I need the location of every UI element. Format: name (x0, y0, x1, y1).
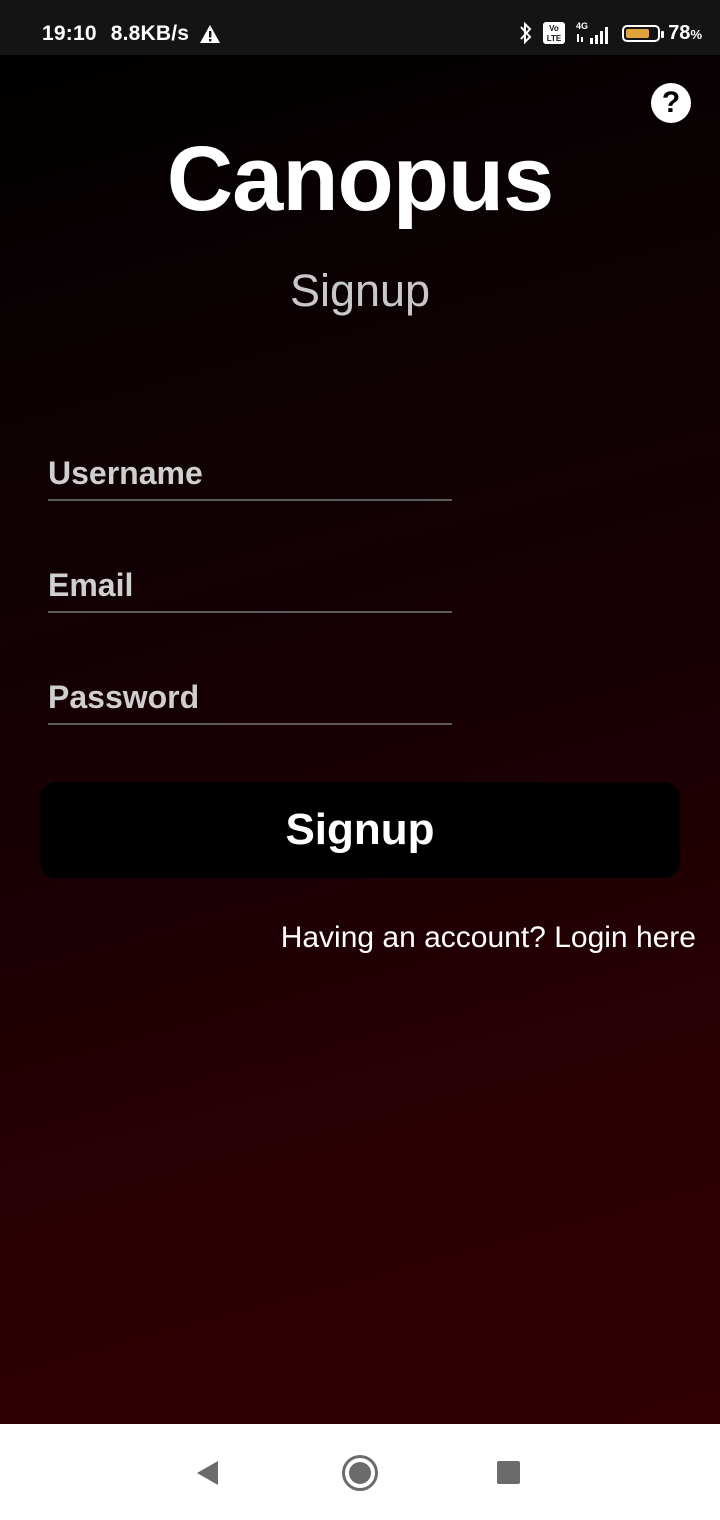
status-time: 19:10 (42, 22, 97, 45)
svg-text:LTE: LTE (547, 34, 562, 43)
bluetooth-icon (520, 21, 532, 45)
status-right: Vo LTE 4G 78% (518, 20, 702, 46)
svg-text:Vo: Vo (549, 24, 559, 33)
username-input[interactable] (48, 447, 452, 499)
email-input[interactable] (48, 559, 452, 611)
page-subtitle: Signup (289, 265, 431, 316)
recents-square-icon[interactable] (497, 1461, 520, 1484)
help-button[interactable]: ? (651, 83, 691, 123)
svg-text:4G: 4G (576, 21, 588, 31)
home-circle-icon[interactable] (342, 1455, 378, 1491)
password-field-container (48, 671, 452, 725)
warning-triangle-icon (200, 25, 221, 43)
volte-icon: Vo LTE (543, 22, 566, 44)
battery-icon (622, 24, 665, 42)
app-title: Canopus (166, 128, 555, 230)
back-triangle-icon[interactable] (196, 1460, 220, 1486)
status-left: 19:10 8.8KB/s (42, 22, 221, 46)
main-content: ? Canopus Signup Signup Having an accoun… (0, 55, 720, 1424)
password-input[interactable] (48, 671, 452, 723)
battery-percent: 78% (668, 21, 702, 44)
signup-button[interactable]: Signup (40, 782, 680, 878)
status-bar: 19:10 8.8KB/s Vo LTE 4G 78% (0, 0, 720, 55)
login-link[interactable]: Having an account? Login here (281, 921, 696, 955)
question-mark-icon: ? (661, 86, 681, 119)
signal-4g-icon: 4G (576, 21, 609, 44)
network-speed: 8.8KB/s (110, 22, 190, 45)
battery-fill (626, 28, 650, 38)
navigation-bar (0, 1424, 720, 1520)
username-field-container (48, 447, 452, 501)
email-field-container (48, 559, 452, 613)
home-circle-inner (349, 1462, 371, 1484)
